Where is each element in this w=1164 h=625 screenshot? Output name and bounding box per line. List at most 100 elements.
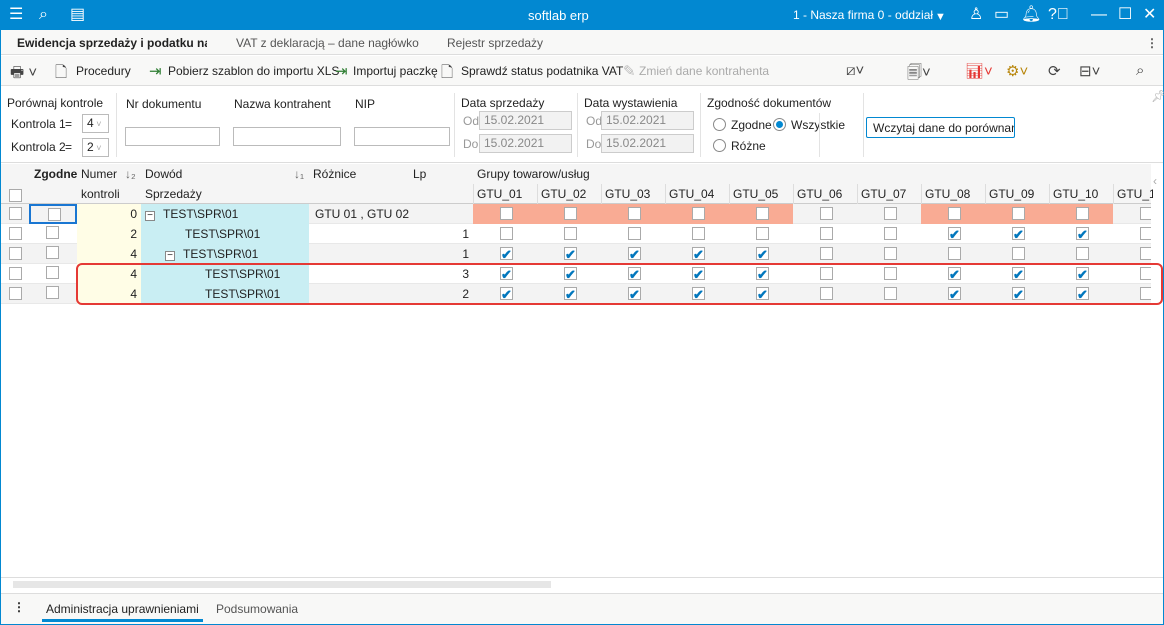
filter-clear-icon[interactable]: ⧄˅ (846, 62, 864, 79)
gtu-checkbox[interactable] (756, 245, 769, 264)
gtu-checkbox[interactable] (564, 227, 577, 240)
gtu-checkbox[interactable] (500, 227, 513, 240)
nip-input[interactable] (354, 127, 450, 146)
gtu-checkbox[interactable] (1076, 225, 1089, 244)
zgodne-cell[interactable] (29, 204, 77, 224)
radio-wszystkie[interactable] (773, 118, 786, 131)
data-wystawienia-do-input[interactable]: 15.02.2021 (601, 134, 694, 153)
gtu-checkbox[interactable] (564, 285, 577, 304)
search-icon[interactable]: ⌕ (39, 6, 48, 24)
gtu-checkbox[interactable] (628, 245, 641, 264)
row-select-checkbox[interactable] (9, 227, 22, 240)
gtu-checkbox[interactable] (884, 247, 897, 260)
gtu-checkbox[interactable] (820, 247, 833, 260)
document-icon[interactable]: 🗐˅ (907, 62, 931, 87)
gtu-checkbox[interactable] (1140, 267, 1151, 280)
zgodne-checkbox[interactable] (46, 246, 59, 259)
header-dowod[interactable]: Dowód (145, 167, 182, 181)
header-gtu[interactable]: GTU_05 (733, 187, 793, 201)
sort-icon[interactable]: ↓₂ (125, 167, 136, 181)
gtu-checkbox[interactable] (692, 227, 705, 240)
gtu-checkbox[interactable] (756, 285, 769, 304)
gtu-checkbox[interactable] (500, 207, 513, 220)
zgodne-cell[interactable] (29, 264, 77, 284)
header-gtu[interactable]: GTU_06 (797, 187, 857, 201)
help-icon[interactable]: ?⃝ (1048, 6, 1069, 24)
user-icon[interactable]: ♙ (969, 6, 983, 24)
gtu-checkbox[interactable] (820, 267, 833, 280)
gtu-checkbox[interactable] (1076, 207, 1089, 220)
gtu-checkbox[interactable] (692, 207, 705, 220)
zgodne-checkbox[interactable] (46, 286, 59, 299)
more-icon[interactable]: ⋮ (13, 600, 25, 614)
gtu-checkbox[interactable] (692, 265, 705, 284)
sprawdz-status-button[interactable]: Sprawdź status podatnika VAT (461, 64, 623, 78)
pobierz-szablon-button[interactable]: Pobierz szablon do importu XLS (168, 64, 339, 78)
wczytaj-dane-button[interactable]: Wczytaj dane do porównania (866, 117, 1015, 138)
row-select-checkbox[interactable] (9, 247, 22, 260)
gtu-checkbox[interactable] (1012, 265, 1025, 284)
table-row[interactable]: 2 TEST\SPR\01 1 (1, 224, 1151, 244)
tab-rejestr[interactable]: Rejestr sprzedaży (447, 36, 543, 50)
tab-ewidencja[interactable]: Ewidencja sprzedaży i podatku należne (17, 36, 207, 50)
gtu-checkbox[interactable] (756, 227, 769, 240)
gtu-checkbox[interactable] (628, 207, 641, 220)
header-lp[interactable]: Lp (413, 167, 426, 181)
procedury-button[interactable]: Procedury (76, 64, 131, 78)
collapse-icon[interactable]: − (145, 211, 155, 221)
scrollbar-thumb[interactable] (13, 581, 551, 588)
zgodne-cell[interactable] (29, 224, 77, 244)
gtu-checkbox[interactable] (692, 285, 705, 304)
chat-icon[interactable]: ▭ (994, 6, 1009, 24)
header-gtu[interactable]: GTU_01 (477, 187, 537, 201)
gtu-checkbox[interactable] (1012, 207, 1025, 220)
gtu-checkbox[interactable] (628, 265, 641, 284)
gtu-checkbox[interactable] (1076, 265, 1089, 284)
header-roznice[interactable]: Różnice (313, 167, 356, 181)
header-gtu[interactable]: GTU_04 (669, 187, 729, 201)
gtu-checkbox[interactable] (820, 287, 833, 300)
header-gtu[interactable]: GTU_07 (861, 187, 921, 201)
gtu-checkbox[interactable] (1140, 287, 1151, 300)
zmien-dane-button[interactable]: Zmień dane kontrahenta (639, 64, 769, 78)
gtu-checkbox[interactable] (948, 247, 961, 260)
gtu-checkbox[interactable] (564, 207, 577, 220)
gtu-checkbox[interactable] (948, 265, 961, 284)
gtu-checkbox[interactable] (948, 285, 961, 304)
row-select-checkbox[interactable] (9, 287, 22, 300)
tab-vat-deklaracja[interactable]: VAT z deklaracją – dane nagłówkowe (236, 36, 419, 50)
print-icon[interactable]: 🖶︎ ˅ (10, 62, 37, 87)
zgodne-checkbox[interactable] (48, 208, 61, 221)
zgodne-checkbox[interactable] (46, 226, 59, 239)
zgodne-cell[interactable] (29, 244, 77, 264)
gtu-checkbox[interactable] (1140, 207, 1151, 220)
nr-dokumentu-input[interactable] (125, 127, 220, 146)
chart-icon[interactable]: 📊︎˅ (965, 62, 993, 80)
data-sprzedazy-do-input[interactable]: 15.02.2021 (479, 134, 572, 153)
gtu-checkbox[interactable] (948, 207, 961, 220)
refresh-icon[interactable]: ⟳ (1048, 62, 1061, 80)
data-wystawienia-od-input[interactable]: 15.02.2021 (601, 111, 694, 130)
zgodne-cell[interactable] (29, 284, 77, 304)
window-settings-icon[interactable]: ⊟˅ (1079, 62, 1100, 80)
gtu-checkbox[interactable] (884, 207, 897, 220)
search-filter-icon[interactable]: ⌕ (1136, 62, 1144, 79)
nazwa-kontrahent-input[interactable] (233, 127, 341, 146)
gtu-checkbox[interactable] (500, 245, 513, 264)
gtu-checkbox[interactable] (564, 265, 577, 284)
settings-icon[interactable]: ⚙˅ (1006, 62, 1028, 80)
chevron-down-icon[interactable]: ▼ (935, 8, 946, 26)
minimize-icon[interactable]: — (1091, 6, 1107, 24)
more-icon[interactable]: ⋮ (1146, 36, 1158, 50)
header-gtu[interactable]: GTU_03 (605, 187, 665, 201)
tab-podsumowania[interactable]: Podsumowania (216, 602, 298, 616)
header-zgodne[interactable]: Zgodne (34, 167, 77, 181)
row-select-checkbox[interactable] (9, 267, 22, 280)
data-sprzedazy-od-input[interactable]: 15.02.2021 (479, 111, 572, 130)
chevron-left-icon[interactable]: ‹ (1153, 174, 1157, 188)
radio-zgodne[interactable] (713, 118, 726, 131)
gtu-checkbox[interactable] (820, 227, 833, 240)
radio-rozne[interactable] (713, 139, 726, 152)
gtu-checkbox[interactable] (884, 227, 897, 240)
header-numer[interactable]: Numer (81, 167, 117, 181)
